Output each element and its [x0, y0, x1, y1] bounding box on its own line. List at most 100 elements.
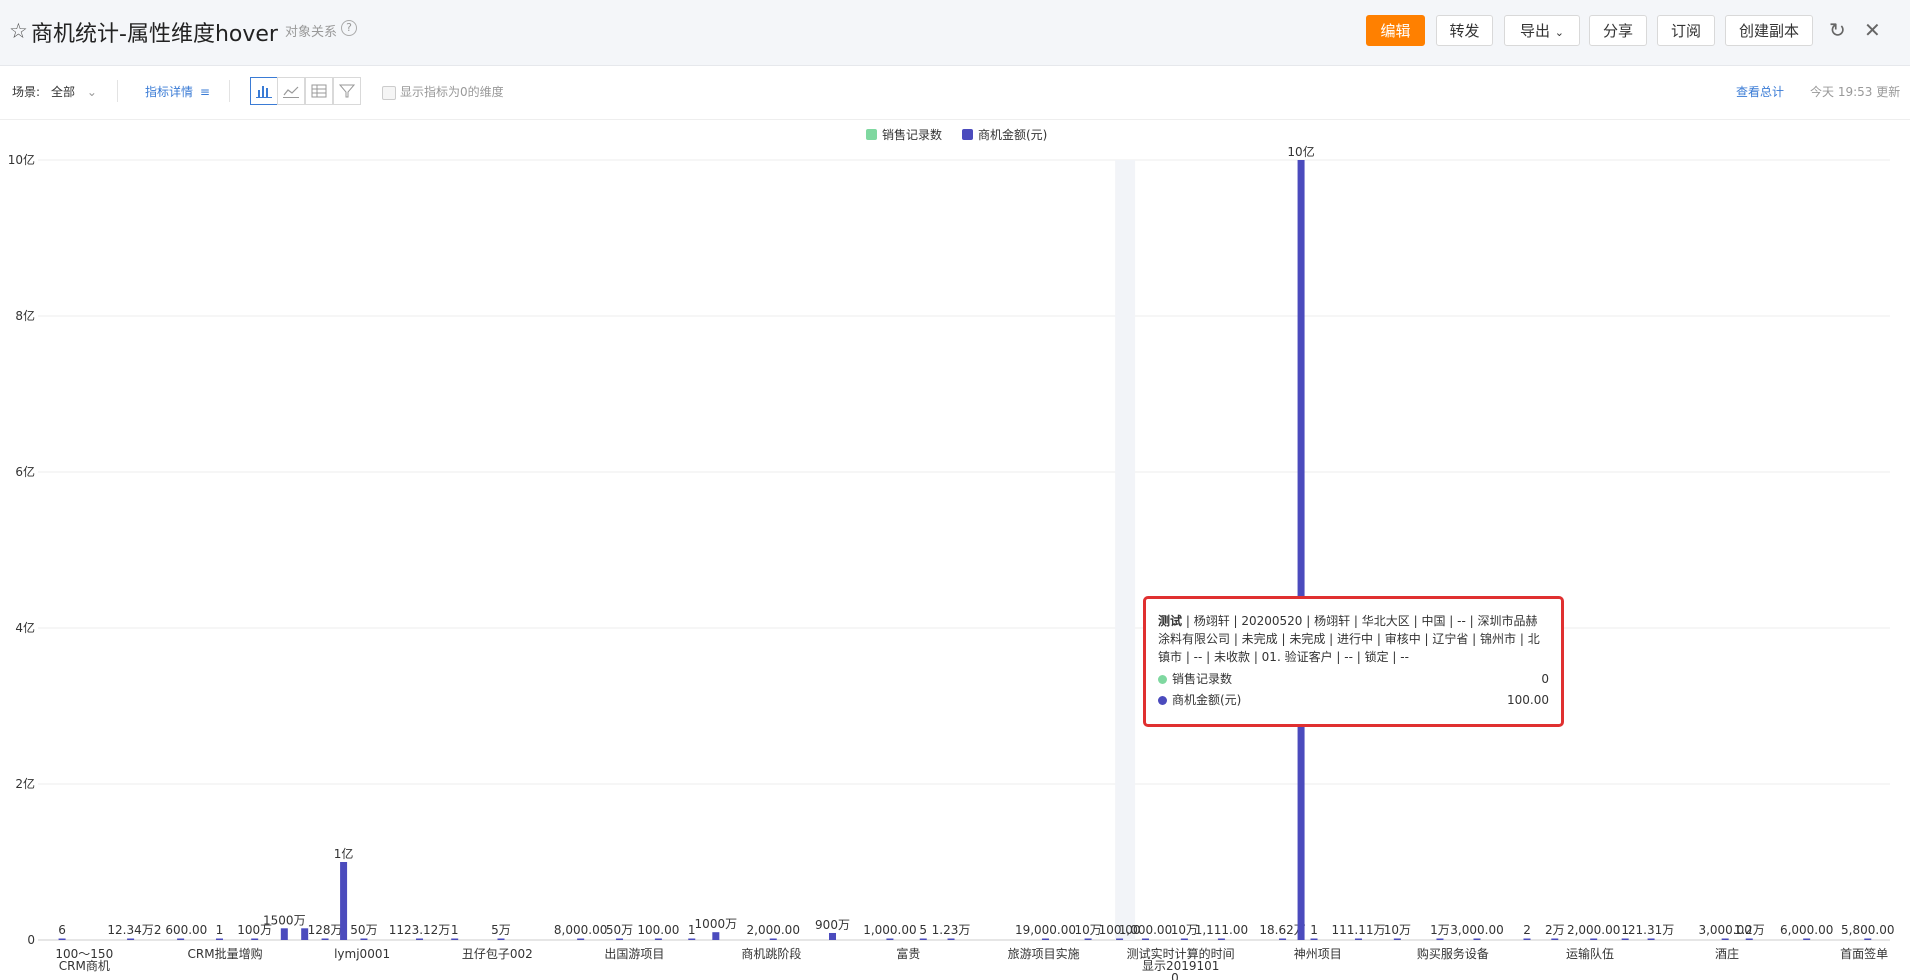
bar-chart: 销售记录数 商机金额(元) 02亿4亿6亿8亿10亿 6 12.34万 2 600.0… [8, 127, 1895, 980]
chart-legend[interactable]: 销售记录数 商机金额(元) [866, 127, 1047, 142]
bar[interactable] [177, 938, 185, 941]
table-view-button[interactable] [305, 77, 333, 105]
x-tick-label: 酒庄 [1715, 946, 1739, 961]
bar[interactable] [1803, 938, 1811, 941]
bar[interactable] [1473, 938, 1481, 941]
bar[interactable] [1647, 938, 1655, 941]
metric-details-link[interactable]: 指标详情 ≡ [145, 83, 210, 100]
forward-button[interactable]: 转发 [1436, 15, 1493, 46]
show-zero-checkbox[interactable] [382, 86, 396, 100]
bar[interactable] [688, 938, 696, 941]
bar[interactable] [1864, 938, 1872, 941]
x-tick-label: 商机跳阶段 [741, 946, 801, 961]
bar[interactable] [1436, 938, 1444, 941]
bar[interactable] [1310, 938, 1318, 941]
bar-value-label: 2,000.00 [747, 923, 800, 937]
bar-value-label: 50万 [350, 923, 377, 937]
bar-chart-view-button[interactable] [250, 77, 278, 105]
bar[interactable] [497, 938, 505, 941]
table-icon [311, 84, 327, 98]
bar[interactable] [321, 938, 329, 941]
bar[interactable] [616, 938, 624, 941]
bar[interactable] [1279, 938, 1287, 941]
bar-value-label: 1,000.00 [1119, 923, 1172, 937]
top-header: ☆ 商机统计-属性维度hover 对象关系 ? 编辑 转发 导出 ⌄ 分享 订阅… [0, 0, 1910, 66]
bar-value-label: 1 [1310, 923, 1318, 937]
bar[interactable] [829, 932, 837, 940]
bar[interactable] [1116, 938, 1124, 941]
bar[interactable] [451, 938, 459, 941]
legend-swatch[interactable] [962, 129, 973, 140]
view-total-link[interactable]: 查看总计 [1736, 83, 1784, 100]
line-chart-view-button[interactable] [277, 77, 305, 105]
bar-value-label: 6,000.00 [1780, 923, 1833, 937]
bar[interactable] [251, 938, 259, 941]
bar[interactable] [1354, 938, 1362, 941]
x-tick-label: 丑仔包子002 [462, 947, 533, 961]
legend-item[interactable]: 商机金额(元) [978, 127, 1047, 142]
bar[interactable] [712, 932, 720, 940]
bar[interactable] [58, 938, 66, 941]
object-relation-link[interactable]: 对象关系 [285, 21, 337, 40]
bar-value-label: 12.34万 [107, 923, 153, 937]
bar[interactable] [1393, 938, 1401, 941]
y-tick-label: 4亿 [15, 620, 35, 635]
bar[interactable] [1621, 938, 1629, 941]
export-button[interactable]: 导出 ⌄ [1504, 15, 1580, 46]
scene-select[interactable]: 全部 ⌄ [51, 83, 97, 100]
edit-button[interactable]: 编辑 [1366, 15, 1425, 46]
close-icon[interactable]: ✕ [1864, 18, 1881, 42]
bar[interactable] [1297, 160, 1305, 940]
scene-value: 全部 [51, 85, 76, 99]
bar[interactable] [1551, 938, 1559, 941]
bar[interactable] [360, 938, 368, 941]
bar[interactable] [577, 938, 585, 941]
chevron-down-icon: ⌄ [86, 85, 97, 99]
line-chart-icon [283, 86, 299, 98]
bar-value-label: 2 [1523, 923, 1531, 937]
bar-value-label: 900万 [815, 918, 850, 932]
share-button[interactable]: 分享 [1589, 15, 1647, 46]
chart-tooltip: 测试 | 杨翊轩 | 20200520 | 杨翊轩 | 华北大区 | 中国 | … [1143, 596, 1564, 727]
refresh-icon[interactable]: ↻ [1829, 18, 1846, 42]
chart-grid [38, 159, 1890, 941]
bar[interactable] [280, 928, 288, 940]
bar-value-label: 1000万 [695, 917, 738, 931]
legend-swatch[interactable] [866, 129, 877, 140]
bar[interactable] [769, 938, 777, 941]
bar[interactable] [1523, 938, 1531, 941]
bar[interactable] [947, 938, 955, 941]
funnel-view-button[interactable] [333, 77, 361, 105]
bar[interactable] [654, 938, 662, 941]
bar-value-label: 1 [451, 923, 459, 937]
bar[interactable] [1745, 938, 1753, 941]
bar-value-label: 1,111.00 [1195, 923, 1248, 937]
bar[interactable] [1041, 938, 1049, 941]
favorite-star-icon[interactable]: ☆ [9, 19, 28, 43]
bar-value-label: 2 600.00 [154, 923, 207, 937]
list-icon: ≡ [199, 85, 210, 99]
bar[interactable] [1590, 938, 1598, 941]
bar[interactable] [127, 938, 135, 941]
bar-value-label: 5 [919, 923, 927, 937]
bar[interactable] [1084, 938, 1092, 941]
bar[interactable] [1141, 938, 1149, 941]
question-icon[interactable]: ? [341, 20, 357, 36]
y-tick-label: 2亿 [15, 776, 35, 791]
bar-value-label: 128万 [308, 923, 343, 937]
bar[interactable] [1721, 938, 1729, 941]
report-toolbar: 场景: 全部 ⌄ 指标详情 ≡ 显示指标为0的维度 查看总计 今天 19:53 … [0, 66, 1910, 120]
bar-value-label: 1123.12万 [389, 923, 451, 937]
bar[interactable] [886, 938, 894, 941]
bar[interactable] [919, 938, 927, 941]
show-zero-label: 显示指标为0的维度 [400, 85, 504, 99]
bar[interactable] [1180, 938, 1188, 941]
bar[interactable] [215, 938, 223, 941]
bar[interactable] [1217, 938, 1225, 941]
legend-item[interactable]: 销售记录数 [882, 127, 942, 142]
subscribe-button[interactable]: 订阅 [1657, 15, 1715, 46]
bar[interactable] [416, 938, 424, 941]
bar[interactable] [340, 862, 348, 940]
page-title: 商机统计-属性维度hover [31, 22, 278, 47]
create-copy-button[interactable]: 创建副本 [1725, 15, 1813, 46]
